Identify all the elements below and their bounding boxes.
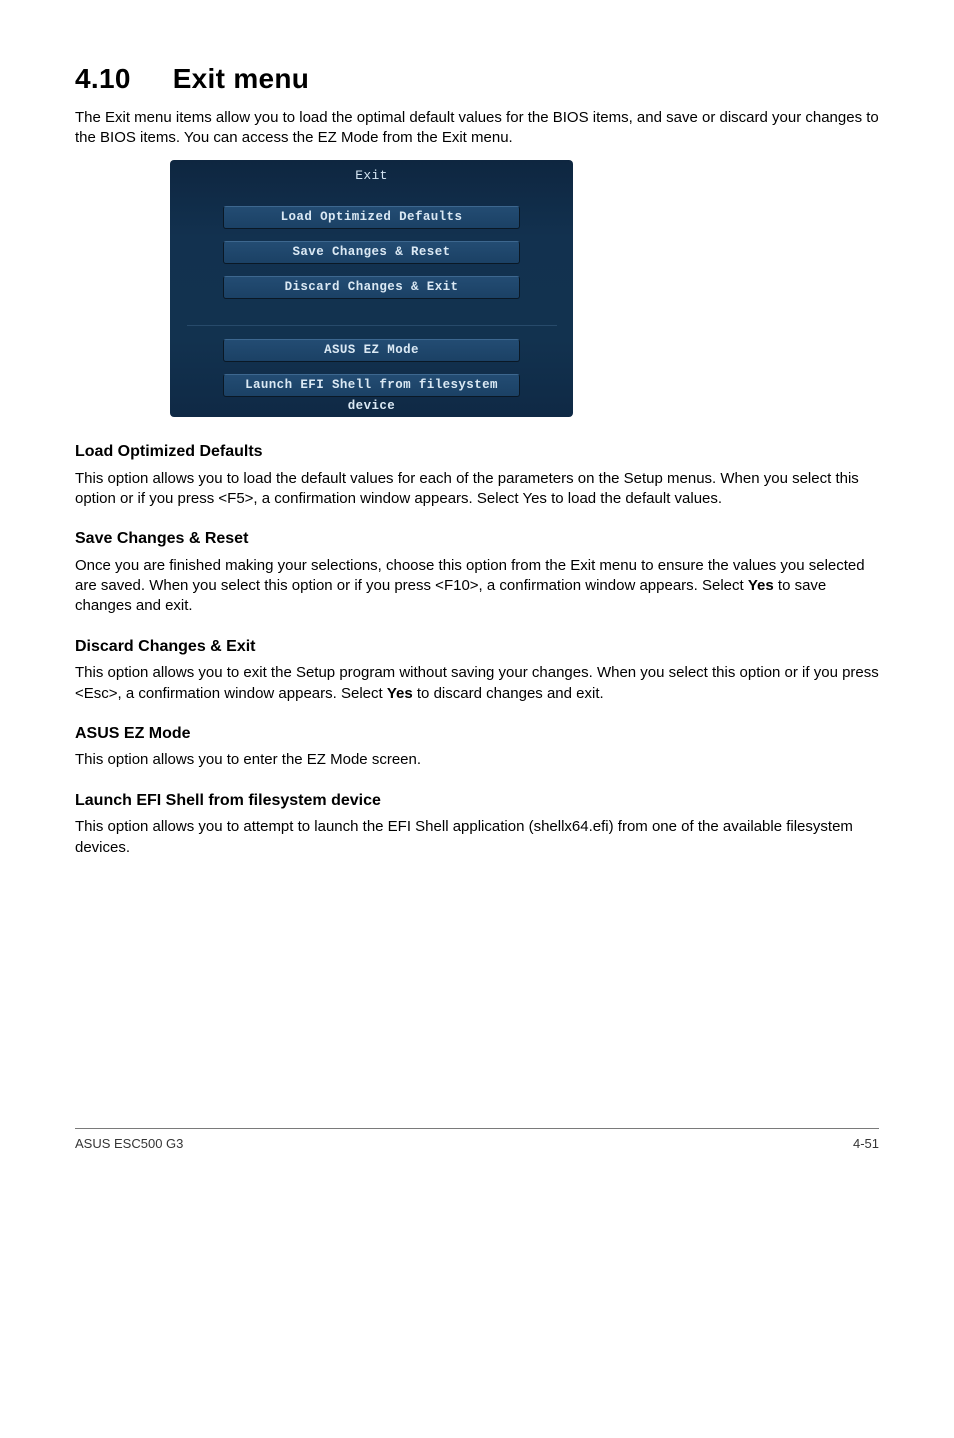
- bios-load-defaults-button: Load Optimized Defaults: [223, 206, 520, 229]
- bios-ez-mode-button: ASUS EZ Mode: [223, 339, 520, 362]
- heading-ez-mode: ASUS EZ Mode: [75, 723, 879, 745]
- body-ez-mode: This option allows you to enter the EZ M…: [75, 750, 879, 770]
- page-footer: ASUS ESC500 G3 4-51: [75, 1128, 879, 1153]
- body-save-reset-bold: Yes: [748, 577, 774, 594]
- section-title-text: Exit menu: [173, 63, 310, 94]
- body-discard-exit-post: to discard changes and exit.: [413, 685, 604, 702]
- bios-divider: [187, 325, 557, 326]
- bios-save-reset-button: Save Changes & Reset: [223, 241, 520, 264]
- section-number: 4.10: [75, 60, 131, 98]
- footer-left: ASUS ESC500 G3: [75, 1135, 183, 1153]
- heading-save-reset: Save Changes & Reset: [75, 528, 879, 550]
- intro-paragraph: The Exit menu items allow you to load th…: [75, 108, 879, 149]
- body-discard-exit-bold: Yes: [387, 685, 413, 702]
- body-load-defaults: This option allows you to load the defau…: [75, 469, 879, 510]
- bios-launch-efi-button: Launch EFI Shell from filesystem device: [223, 374, 520, 397]
- heading-launch-efi: Launch EFI Shell from filesystem device: [75, 790, 879, 812]
- footer-right: 4-51: [853, 1135, 879, 1153]
- body-save-reset-pre: Once you are finished making your select…: [75, 557, 865, 594]
- body-save-reset: Once you are finished making your select…: [75, 556, 879, 617]
- heading-discard-exit: Discard Changes & Exit: [75, 636, 879, 658]
- body-discard-exit: This option allows you to exit the Setup…: [75, 663, 879, 704]
- bios-header: Exit: [170, 160, 573, 195]
- body-launch-efi: This option allows you to attempt to lau…: [75, 817, 879, 858]
- bios-exit-screenshot: Exit Load Optimized Defaults Save Change…: [170, 160, 573, 417]
- heading-load-defaults: Load Optimized Defaults: [75, 441, 879, 463]
- page-title: 4.10 Exit menu: [75, 60, 879, 98]
- bios-discard-exit-button: Discard Changes & Exit: [223, 276, 520, 299]
